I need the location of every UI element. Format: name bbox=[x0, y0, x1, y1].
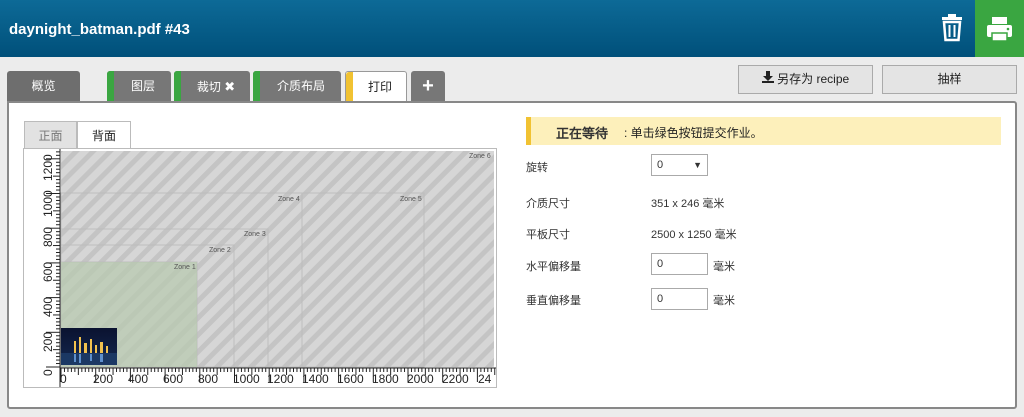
zone-label: Zone 2 bbox=[209, 247, 231, 254]
tab-label: 图层 bbox=[130, 79, 155, 93]
x-tick-label: 400 bbox=[128, 372, 148, 386]
x-tick-label: 24 bbox=[478, 372, 492, 386]
h-offset-label: 水平偏移量 bbox=[526, 261, 581, 273]
media-size-label: 介质尺寸 bbox=[526, 198, 570, 210]
unit-label: 毫米 bbox=[713, 261, 735, 273]
status-bar bbox=[253, 71, 260, 102]
y-tick-label: 600 bbox=[41, 262, 55, 282]
sample-label: 抽样 bbox=[937, 72, 962, 86]
status-banner: 正在等待 : 单击绿色按钮提交作业。 bbox=[526, 117, 1001, 145]
rotate-value: 0 bbox=[657, 159, 664, 171]
tab-label: 概览 bbox=[31, 79, 56, 93]
y-tick-label: 200 bbox=[41, 332, 55, 352]
status-bar bbox=[174, 71, 181, 102]
image-thumbnail[interactable] bbox=[61, 328, 117, 365]
bed-canvas: Zone 1 Zone 2 Zone 3 Zone 4 Zone 5 Zone … bbox=[24, 149, 496, 387]
bed-size-label: 平板尺寸 bbox=[526, 229, 570, 241]
tab-front[interactable]: 正面 bbox=[24, 121, 77, 149]
tab-label: 正面 bbox=[38, 129, 63, 143]
x-tick-label: 600 bbox=[163, 372, 183, 386]
x-tick-label: 0 bbox=[60, 372, 67, 386]
y-tick-label: 0 bbox=[41, 369, 55, 376]
printer-icon bbox=[987, 17, 1012, 42]
download-icon bbox=[761, 66, 774, 93]
media-size-value: 351 x 246 毫米 bbox=[651, 198, 725, 210]
sample-button[interactable]: 抽样 bbox=[882, 65, 1017, 94]
bed-size-value: 2500 x 1250 毫米 bbox=[651, 229, 737, 241]
x-tick-label: 1600 bbox=[337, 372, 364, 386]
y-tick-label: 800 bbox=[41, 227, 55, 247]
zone-label: Zone 1 bbox=[174, 264, 196, 271]
tab-label: 介质布局 bbox=[276, 79, 325, 93]
zone-label: Zone 6 bbox=[469, 153, 491, 160]
x-tick-label: 200 bbox=[93, 372, 113, 386]
x-tick-label: 1400 bbox=[302, 372, 329, 386]
tab-label: 背面 bbox=[91, 129, 116, 143]
y-tick-label: 1000 bbox=[41, 190, 55, 217]
v-offset-value: 0 bbox=[657, 293, 664, 305]
y-tick-label: 1200 bbox=[41, 154, 55, 181]
zone-label: Zone 3 bbox=[244, 231, 266, 238]
x-tick-label: 1200 bbox=[267, 372, 294, 386]
tab-label: 裁切 bbox=[196, 80, 221, 94]
tab-back[interactable]: 背面 bbox=[77, 121, 131, 150]
trash-icon[interactable] bbox=[937, 12, 967, 44]
v-offset-input[interactable]: 0 bbox=[651, 288, 708, 310]
job-title: daynight_batman.pdf #43 bbox=[9, 21, 190, 38]
top-bar: daynight_batman.pdf #43 bbox=[0, 0, 1024, 57]
status-message: : 单击绿色按钮提交作业。 bbox=[624, 126, 763, 140]
zone-label: Zone 5 bbox=[400, 196, 422, 203]
x-tick-label: 1000 bbox=[233, 372, 260, 386]
x-tick-label: 1800 bbox=[372, 372, 399, 386]
x-tick-label: 2000 bbox=[407, 372, 434, 386]
status-title: 正在等待 bbox=[556, 126, 609, 141]
print-button[interactable] bbox=[975, 0, 1024, 57]
bed-preview[interactable]: Zone 1 Zone 2 Zone 3 Zone 4 Zone 5 Zone … bbox=[23, 148, 497, 388]
tab-media-layout[interactable]: 介质布局 bbox=[253, 71, 341, 102]
status-bar bbox=[107, 71, 114, 102]
status-bar bbox=[346, 72, 353, 104]
tab-overview[interactable]: 概览 bbox=[7, 71, 80, 102]
tab-layers[interactable]: 图层 bbox=[107, 71, 171, 102]
tab-crop[interactable]: 裁切 ✖ bbox=[174, 71, 250, 102]
rotate-label: 旋转 bbox=[526, 162, 548, 174]
x-tick-label: 800 bbox=[198, 372, 218, 386]
h-offset-value: 0 bbox=[657, 258, 664, 270]
tab-label: 打印 bbox=[367, 80, 392, 94]
v-offset-label: 垂直偏移量 bbox=[526, 295, 581, 307]
zone-label: Zone 4 bbox=[278, 196, 300, 203]
rotate-select[interactable]: 0 ▼ bbox=[651, 154, 708, 176]
y-tick-label: 400 bbox=[41, 297, 55, 317]
h-offset-input[interactable]: 0 bbox=[651, 253, 708, 275]
unit-label: 毫米 bbox=[713, 295, 735, 307]
save-recipe-button[interactable]: 另存为 recipe bbox=[738, 65, 873, 94]
dropdown-arrow-icon: ▼ bbox=[693, 160, 702, 170]
close-icon[interactable]: ✖ bbox=[224, 79, 235, 94]
x-tick-label: 2200 bbox=[442, 372, 469, 386]
save-recipe-label: 另存为 recipe bbox=[777, 72, 850, 86]
add-tab-button[interactable]: + bbox=[411, 71, 445, 102]
tab-print[interactable]: 打印 bbox=[345, 71, 407, 104]
plus-icon: + bbox=[422, 75, 434, 97]
